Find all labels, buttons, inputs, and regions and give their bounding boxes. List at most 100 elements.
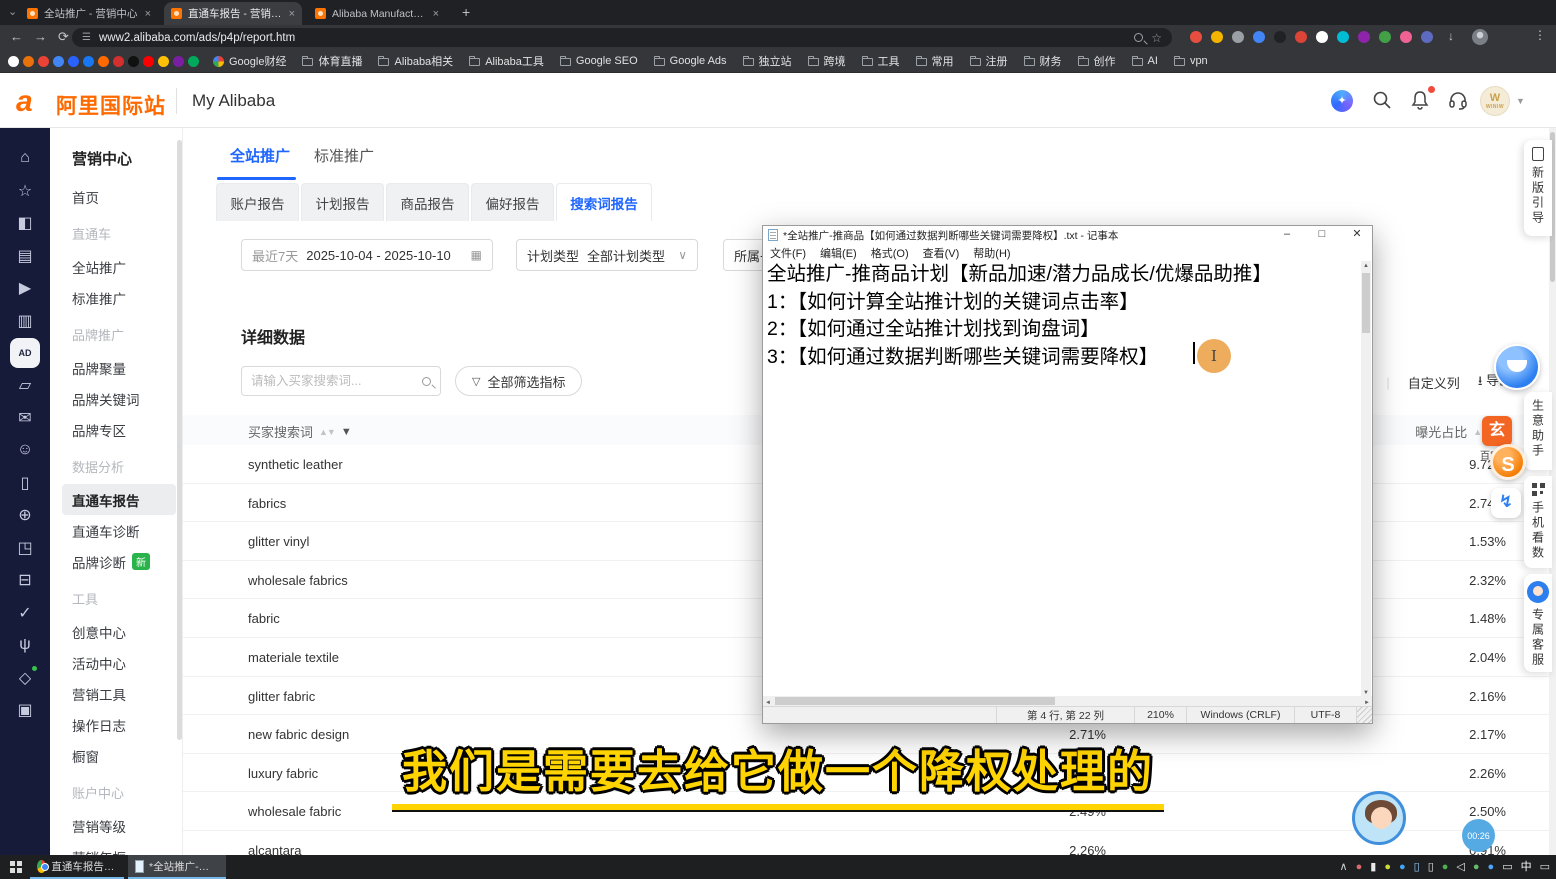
growth-icon[interactable]: ψ — [9, 629, 41, 662]
menu-item[interactable]: 格式(O) — [871, 245, 909, 261]
zoom-level[interactable]: 210% — [1134, 707, 1186, 723]
bookmark-favicon[interactable] — [23, 56, 34, 67]
tab-search-icon[interactable]: ⌄ — [8, 5, 17, 18]
briefcase-icon[interactable]: ▣ — [9, 694, 41, 727]
chat-tray-icon[interactable]: ● — [1442, 862, 1449, 873]
table-row[interactable]: alcantara 2.26% 0.91% — [183, 831, 1556, 855]
defender-tray-icon[interactable]: ● — [1473, 862, 1480, 873]
bookmark-item[interactable]: 工具 — [862, 53, 900, 69]
notepad-titlebar[interactable]: *全站推广-推商品【如何通过数据判断哪些关键词需要降权】.txt - 记事本 –… — [763, 226, 1372, 244]
business-assistant-tab[interactable]: 生意助手 — [1524, 392, 1552, 470]
maximize-button[interactable]: □ — [1307, 226, 1337, 244]
action-center-icon[interactable]: ▭ — [1540, 862, 1550, 873]
report-tab[interactable]: 搜索词报告 — [556, 183, 652, 221]
bookmark-star-icon[interactable]: ☆ — [1151, 31, 1162, 45]
bag-icon[interactable]: ◳ — [9, 532, 41, 565]
home-icon[interactable]: ⌂ — [9, 142, 41, 175]
message-icon[interactable]: ✉ — [9, 402, 41, 435]
sidebar-item[interactable]: 品牌推广 — [72, 325, 182, 344]
forward-icon[interactable]: → — [34, 29, 47, 44]
sidebar-item[interactable]: 品牌关键词 — [72, 383, 182, 414]
tray-expand-icon[interactable]: ∧ — [1340, 862, 1348, 873]
reload-icon[interactable]: ⟳ — [58, 29, 69, 45]
sidebar-item[interactable]: 营销年框 — [72, 841, 182, 855]
xuan-app-icon[interactable]: 玄 — [1482, 416, 1512, 446]
video-icon[interactable]: ▶ — [9, 272, 41, 305]
coupon-icon[interactable]: ▱ — [9, 369, 41, 402]
bookmark-favicon[interactable] — [188, 56, 199, 67]
extension-icon[interactable] — [1295, 31, 1307, 43]
sidebar-item[interactable]: 全站推广 — [72, 251, 182, 282]
star-icon[interactable]: ☆ — [9, 175, 41, 208]
menu-item[interactable]: 帮助(H) — [973, 245, 1010, 261]
extension-icon[interactable] — [1274, 31, 1286, 43]
report-tab[interactable]: 商品报告 — [386, 183, 469, 221]
sidebar-item[interactable]: 品牌专区 — [72, 414, 182, 445]
plan-type-select[interactable]: 计划类型 全部计划类型 ∨ — [516, 239, 698, 271]
filter-funnel-icon[interactable]: ▼ — [341, 426, 352, 438]
extension-icon[interactable] — [1316, 31, 1328, 43]
minimize-button[interactable]: – — [1272, 226, 1302, 244]
bookmark-item[interactable]: 注册 — [970, 53, 1008, 69]
report-tab[interactable]: 账户报告 — [216, 183, 299, 221]
taskbar-app-chrome[interactable]: 直通车报告 - 营销... — [30, 855, 124, 879]
report-tab[interactable]: 计划报告 — [301, 183, 384, 221]
volume-tray-icon[interactable]: ◁ — [1456, 862, 1464, 873]
sidebar-item[interactable]: 营销等级 — [72, 810, 182, 841]
bookmark-item[interactable]: Alibaba相关 — [378, 53, 453, 69]
bookmark-item[interactable]: 体育直播 — [302, 53, 362, 69]
tab-standard-promotion[interactable]: 标准推广 — [314, 145, 374, 166]
extension-icon[interactable] — [1358, 31, 1370, 43]
extension-icon[interactable] — [1232, 31, 1244, 43]
sidebar-item[interactable]: 营销工具 — [72, 678, 182, 709]
bookmark-favicon[interactable] — [68, 56, 79, 67]
extension-icon[interactable] — [1337, 31, 1349, 43]
bookmark-item[interactable]: Google SEO — [560, 53, 638, 69]
clipboard-icon[interactable]: ▯ — [9, 467, 41, 500]
tray-app2-icon[interactable]: ● — [1384, 862, 1391, 873]
sidebar-item[interactable]: 工具 — [72, 589, 182, 608]
keyword-search-input[interactable] — [251, 374, 422, 388]
menu-item[interactable]: 查看(V) — [923, 245, 960, 261]
bookmark-favicon[interactable] — [38, 56, 49, 67]
downloads-icon[interactable]: ↓ — [1448, 29, 1454, 43]
start-button-icon[interactable] — [10, 861, 22, 873]
bookmark-item[interactable]: 创作 — [1078, 53, 1116, 69]
bookmark-item[interactable]: 独立站 — [743, 53, 792, 69]
resize-grip[interactable] — [1356, 707, 1372, 723]
close-button[interactable]: ✕ — [1342, 226, 1372, 244]
browser-menu-icon[interactable]: ⋮ — [1534, 28, 1547, 42]
sidebar-item[interactable]: 标准推广 — [72, 282, 182, 313]
battery-tray-icon[interactable]: ▯ — [1414, 862, 1420, 873]
bookmark-item[interactable]: Alibaba工具 — [469, 53, 544, 69]
filter-metrics-button[interactable]: ▽ 全部筛选指标 — [455, 366, 582, 396]
mic-tray-icon[interactable]: ▮ — [1370, 862, 1376, 873]
notepad-window[interactable]: *全站推广-推商品【如何通过数据判断哪些关键词需要降权】.txt - 记事本 –… — [762, 225, 1373, 724]
bookmark-favicon[interactable] — [128, 56, 139, 67]
menu-item[interactable]: 文件(F) — [770, 245, 806, 261]
sidebar-item[interactable]: 创意中心 — [72, 616, 182, 647]
lightning-icon[interactable]: ↯ — [1491, 488, 1521, 518]
browser-tab[interactable]: Alibaba Manufacturer Direct... × — [308, 2, 446, 25]
bookmark-item[interactable]: Google财经 — [213, 53, 286, 69]
new-tab-button[interactable]: + — [462, 4, 470, 20]
sidebar-item[interactable]: 直通车报告 — [62, 484, 176, 515]
tab-close-icon[interactable]: × — [289, 8, 295, 20]
profile-icon[interactable] — [1472, 29, 1488, 45]
tray-app-icon[interactable]: ● — [1356, 862, 1363, 873]
site-settings-icon[interactable]: ☰ — [82, 32, 91, 43]
sidebar-item[interactable]: 直通车诊断 — [72, 515, 182, 546]
data-icon[interactable]: ⊟ — [9, 564, 41, 597]
notepad-hscrollbar[interactable]: ◄ ► — [763, 696, 1372, 706]
skype-icon[interactable]: S — [1490, 444, 1526, 480]
scroll-up-icon[interactable]: ▲ — [1361, 261, 1371, 271]
user-avatar[interactable]: W WINIW — [1480, 86, 1510, 116]
back-icon[interactable]: ← — [10, 29, 23, 44]
date-range-picker[interactable]: 最近7天 2025-10-04 - 2025-10-10 ▦ — [241, 239, 493, 271]
sidebar-item[interactable]: 直通车 — [72, 224, 182, 243]
bookmark-item[interactable]: vpn — [1174, 53, 1208, 69]
search-icon[interactable] — [1134, 33, 1143, 42]
store-icon[interactable]: ◧ — [9, 207, 41, 240]
usb-tray-icon[interactable]: ▯ — [1428, 862, 1434, 873]
tab-close-icon[interactable]: × — [433, 8, 439, 20]
